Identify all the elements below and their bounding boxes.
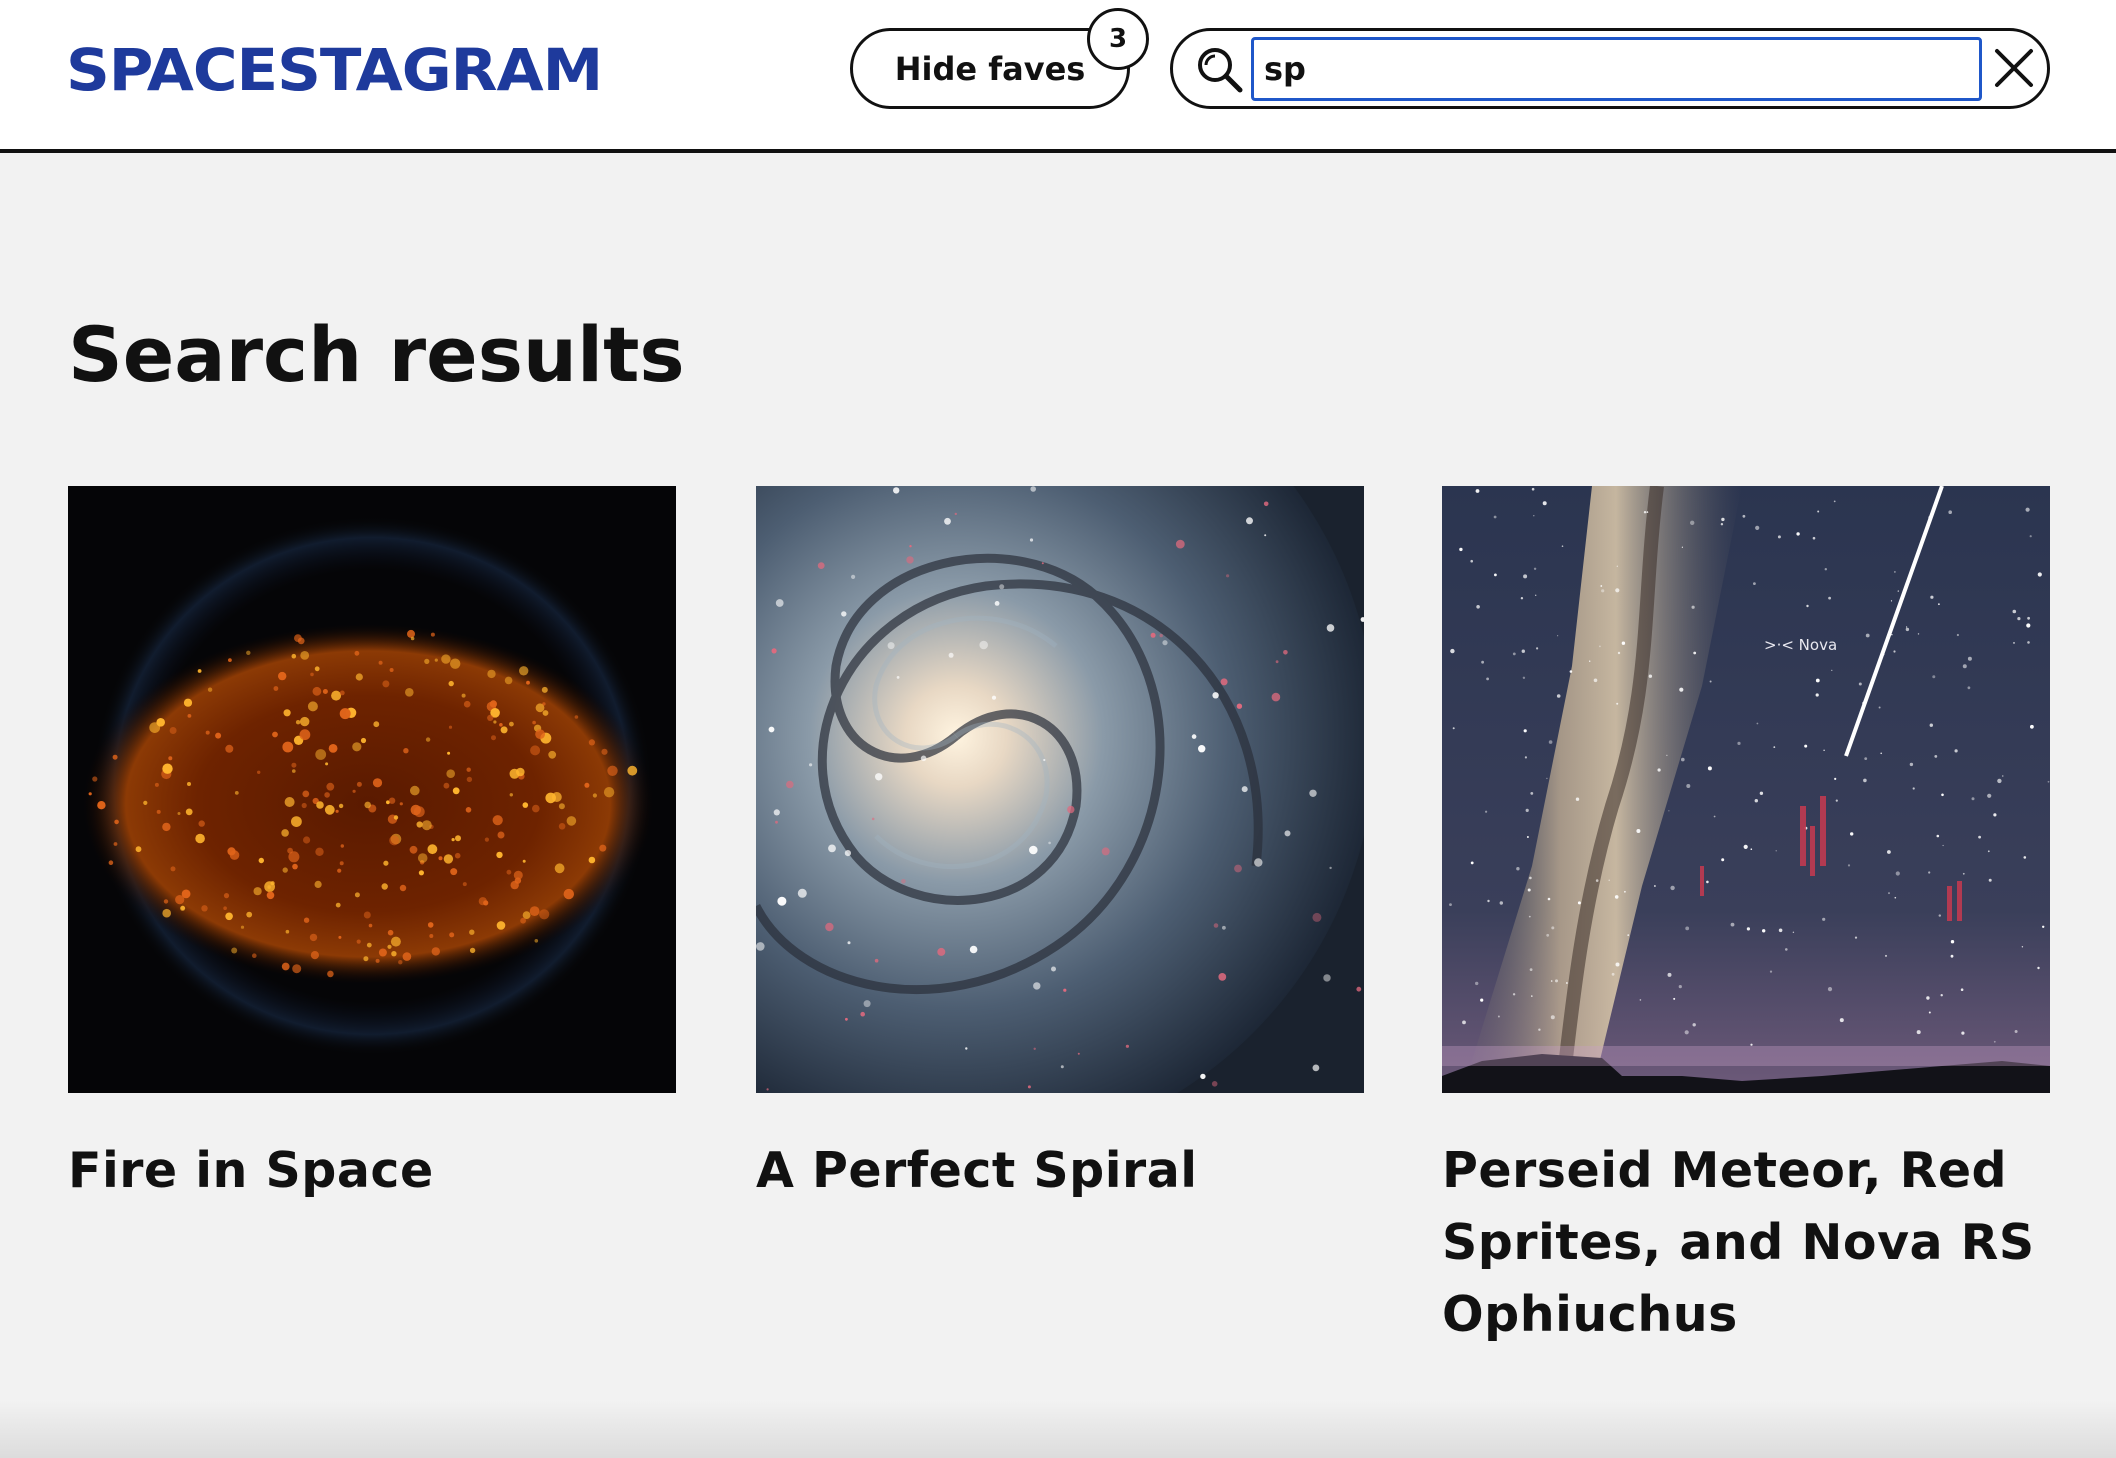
search-bar — [1170, 28, 2050, 109]
result-title[interactable]: Fire in Space — [68, 1135, 676, 1207]
result-card: Fire in Space — [68, 486, 676, 1207]
result-title[interactable]: A Perfect Spiral — [756, 1135, 1364, 1207]
faves-count-badge: 3 — [1087, 8, 1149, 70]
result-card: A Perfect Spiral — [756, 486, 1364, 1207]
search-input[interactable] — [1251, 37, 1982, 101]
fire-in-space-image[interactable] — [68, 486, 676, 1093]
page-title: Search results — [68, 310, 685, 399]
result-title[interactable]: Perseid Meteor, Red Sprites, and Nova RS… — [1442, 1135, 2050, 1351]
app-header: SPACESTAGRAM Hide faves 3 — [0, 0, 2116, 153]
nova-label: >·< Nova — [1764, 636, 1837, 654]
result-card: >·< Nova Perseid Meteor, Red Sprites, an… — [1442, 486, 2050, 1351]
close-icon[interactable] — [1991, 45, 2037, 91]
app-logo[interactable]: SPACESTAGRAM — [66, 34, 603, 106]
milky-way-meteor-image[interactable]: >·< Nova — [1442, 486, 2050, 1093]
page-bottom-shadow — [0, 1400, 2116, 1458]
search-icon — [1198, 48, 1243, 93]
spiral-galaxy-image[interactable] — [756, 486, 1364, 1093]
